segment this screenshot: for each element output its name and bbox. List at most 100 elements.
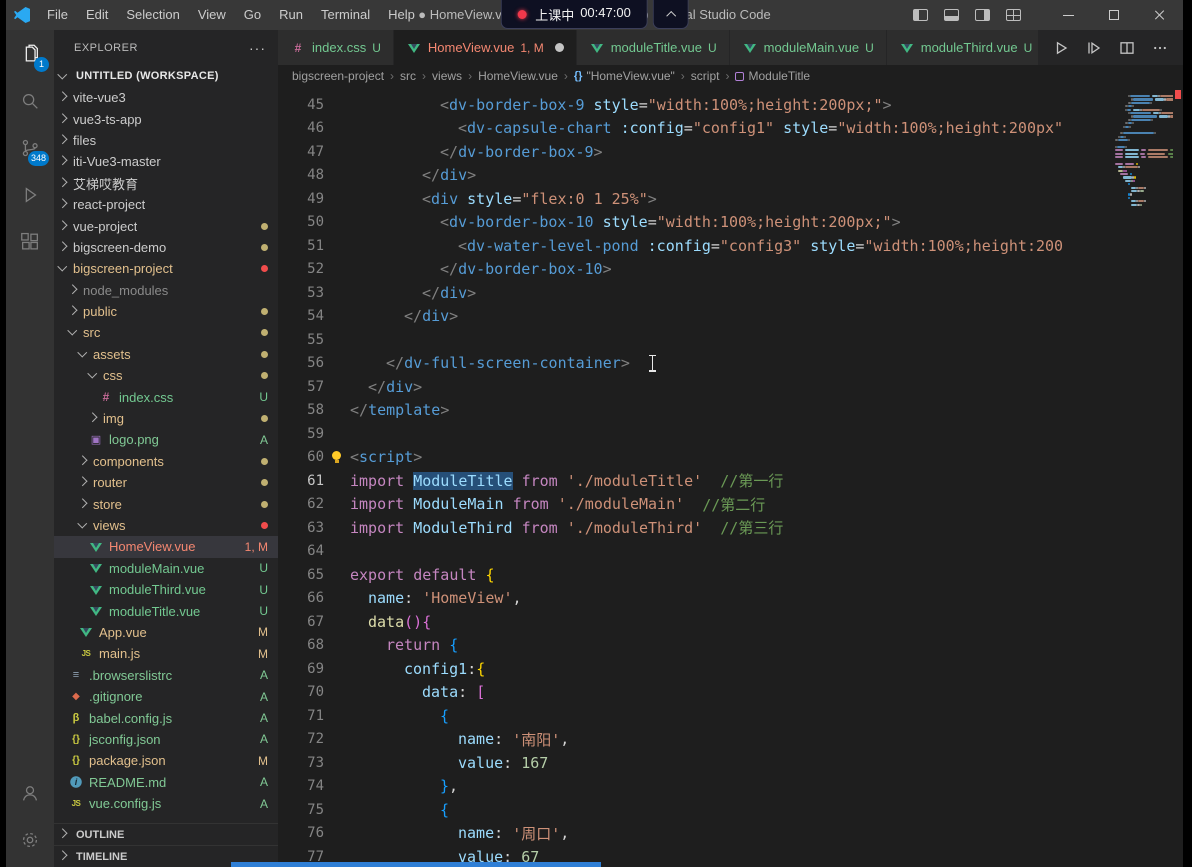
modified-dot-icon bbox=[261, 350, 268, 358]
tree-item-vite-vue3[interactable]: vite-vue3 bbox=[54, 87, 278, 108]
menu-file[interactable]: File bbox=[38, 0, 77, 30]
activity-source-control[interactable]: 348 bbox=[6, 124, 54, 171]
tree-item-moduleTitle.vue[interactable]: moduleTitle.vue U bbox=[54, 600, 278, 621]
tab-label: moduleThird.vue bbox=[920, 40, 1018, 55]
vue-file-icon bbox=[406, 40, 422, 56]
split-editor-button[interactable] bbox=[1119, 40, 1135, 56]
overview-ruler[interactable] bbox=[1173, 87, 1183, 867]
menu-view[interactable]: View bbox=[189, 0, 235, 30]
tree-item-index.css[interactable]: # index.css U bbox=[54, 386, 278, 407]
git-status-badge: A bbox=[259, 432, 268, 447]
tree-item-components[interactable]: components bbox=[54, 451, 278, 472]
toggle-secondary-sidebar-icon[interactable] bbox=[975, 9, 990, 21]
tab-moduleTitle.vue[interactable]: moduleTitle.vue U bbox=[576, 30, 730, 65]
minimize-button[interactable] bbox=[1045, 0, 1091, 30]
breadcrumb-label: HomeView.vue bbox=[478, 69, 558, 83]
workspace-header[interactable]: UNTITLED (WORKSPACE) bbox=[54, 65, 278, 87]
vue-file-icon bbox=[589, 40, 605, 56]
tree-item-bigscreen-demo[interactable]: bigscreen-demo bbox=[54, 237, 278, 258]
breadcrumb-ModuleTitle[interactable]: ModuleTitle bbox=[735, 69, 810, 83]
activity-search[interactable] bbox=[6, 77, 54, 124]
activity-run-debug[interactable] bbox=[6, 171, 54, 218]
tree-item-node_modules[interactable]: node_modules bbox=[54, 280, 278, 301]
menu-help[interactable]: Help bbox=[379, 0, 424, 30]
tree-item-App.vue[interactable]: App.vue M bbox=[54, 622, 278, 643]
run-all-button[interactable] bbox=[1086, 40, 1102, 56]
code-line-70: 70 data: [ bbox=[278, 681, 1115, 705]
tree-item-.browserslistrc[interactable]: ≡ .browserslistrc A bbox=[54, 665, 278, 686]
chevron-down-icon bbox=[78, 520, 89, 531]
unsaved-dot-icon[interactable] bbox=[554, 43, 564, 52]
breadcrumb-separator-icon: › bbox=[563, 69, 568, 83]
code-area[interactable]: 45 < dv-border-box-9 style = "width:100%;hei… bbox=[278, 87, 1115, 867]
breadcrumb-HomeView.vue[interactable]: HomeView.vue bbox=[478, 69, 558, 83]
tree-item-label: moduleTitle.vue bbox=[109, 603, 201, 619]
breadcrumb-HomeView.vue[interactable]: {} "HomeView.vue" bbox=[574, 69, 675, 83]
lightbulb-icon[interactable] bbox=[330, 450, 343, 464]
tree-item-views[interactable]: views bbox=[54, 515, 278, 536]
menu-terminal[interactable]: Terminal bbox=[312, 0, 379, 30]
tab-index.css[interactable]: # index.css U bbox=[278, 30, 394, 65]
menu-selection[interactable]: Selection bbox=[117, 0, 188, 30]
tab-moduleThird.vue[interactable]: moduleThird.vue U bbox=[886, 30, 1038, 65]
toggle-sidebar-icon[interactable] bbox=[913, 9, 928, 21]
tree-item-main.js[interactable]: JS main.js M bbox=[54, 643, 278, 664]
tab-bar: # index.css U HomeView.vue 1, M moduleTitle.v… bbox=[278, 30, 1183, 65]
tree-item-iti-Vue3-master[interactable]: iti-Vue3-master bbox=[54, 151, 278, 172]
tree-item-store[interactable]: store bbox=[54, 493, 278, 514]
breadcrumb-views[interactable]: views bbox=[432, 69, 462, 83]
file-tree: vite-vue3 vue3-ts-app files iti-Vue3-master… bbox=[54, 87, 278, 823]
activity-extensions[interactable] bbox=[6, 218, 54, 265]
outline-section[interactable]: OUTLINE bbox=[54, 823, 278, 845]
tree-item-react-project[interactable]: react-project bbox=[54, 194, 278, 215]
account-button[interactable] bbox=[6, 769, 54, 816]
tree-item-moduleThird.vue[interactable]: moduleThird.vue U bbox=[54, 579, 278, 600]
tab-HomeView.vue[interactable]: HomeView.vue 1, M bbox=[393, 30, 577, 65]
menu-run[interactable]: Run bbox=[270, 0, 312, 30]
views-and-more-actions-icon[interactable]: ··· bbox=[249, 40, 266, 56]
tree-item-public[interactable]: public bbox=[54, 301, 278, 322]
code-line-content: < div style = "flex:0 1 25%" > bbox=[422, 189, 657, 208]
chevron-right-icon bbox=[78, 499, 89, 510]
tree-item-label: react-project bbox=[73, 197, 146, 213]
tree-item-img[interactable]: img bbox=[54, 408, 278, 429]
tree-item-jsconfig.json[interactable]: {} jsconfig.json A bbox=[54, 729, 278, 750]
breadcrumb-script[interactable]: script bbox=[691, 69, 720, 83]
tree-item-README.md[interactable]: i README.md A bbox=[54, 772, 278, 793]
tree-item-vue.config.js[interactable]: JS vue.config.js A bbox=[54, 793, 278, 814]
close-button[interactable] bbox=[1137, 0, 1183, 30]
maximize-button[interactable] bbox=[1091, 0, 1137, 30]
tree-item-艾梯哎教育[interactable]: 艾梯哎教育 bbox=[54, 173, 278, 194]
tree-item-package.json[interactable]: {} package.json M bbox=[54, 750, 278, 771]
run-button[interactable] bbox=[1053, 40, 1069, 56]
tree-item-babel.config.js[interactable]: β babel.config.js A bbox=[54, 707, 278, 728]
customize-layout-icon[interactable] bbox=[1006, 9, 1021, 21]
code-editor[interactable]: 45 < dv-border-box-9 style = "width:100%;hei… bbox=[278, 87, 1183, 867]
tree-item-css[interactable]: css bbox=[54, 365, 278, 386]
toggle-panel-icon[interactable] bbox=[944, 9, 959, 21]
tree-item-logo.png[interactable]: ▣ logo.png A bbox=[54, 429, 278, 450]
tree-item-.gitignore[interactable]: ◆ .gitignore A bbox=[54, 686, 278, 707]
settings-button[interactable] bbox=[6, 816, 54, 863]
tree-item-bigscreen-project[interactable]: bigscreen-project bbox=[54, 258, 278, 279]
tree-item-vue-project[interactable]: vue-project bbox=[54, 215, 278, 236]
tree-item-files[interactable]: files bbox=[54, 130, 278, 151]
chevron-right-icon bbox=[68, 306, 79, 317]
tree-item-moduleMain.vue[interactable]: moduleMain.vue U bbox=[54, 558, 278, 579]
tree-item-assets[interactable]: assets bbox=[54, 344, 278, 365]
tree-item-HomeView.vue[interactable]: HomeView.vue 1, M bbox=[54, 536, 278, 558]
overlay-collapse-button[interactable] bbox=[652, 0, 689, 29]
minimap[interactable] bbox=[1115, 87, 1173, 867]
activity-explorer[interactable]: 1 bbox=[6, 30, 54, 77]
line-number: 49 bbox=[307, 190, 324, 207]
tree-item-src[interactable]: src bbox=[54, 322, 278, 343]
menu-edit[interactable]: Edit bbox=[77, 0, 117, 30]
breadcrumb-bigscreen-project[interactable]: bigscreen-project bbox=[292, 69, 384, 83]
breadcrumb-src[interactable]: src bbox=[400, 69, 416, 83]
tree-item-router[interactable]: router bbox=[54, 472, 278, 493]
menu-go[interactable]: Go bbox=[235, 0, 270, 30]
tree-item-vue3-ts-app[interactable]: vue3-ts-app bbox=[54, 108, 278, 129]
chevron-down-icon bbox=[58, 263, 69, 274]
more-actions-button[interactable] bbox=[1152, 40, 1168, 56]
tab-moduleMain.vue[interactable]: moduleMain.vue U bbox=[729, 30, 887, 65]
